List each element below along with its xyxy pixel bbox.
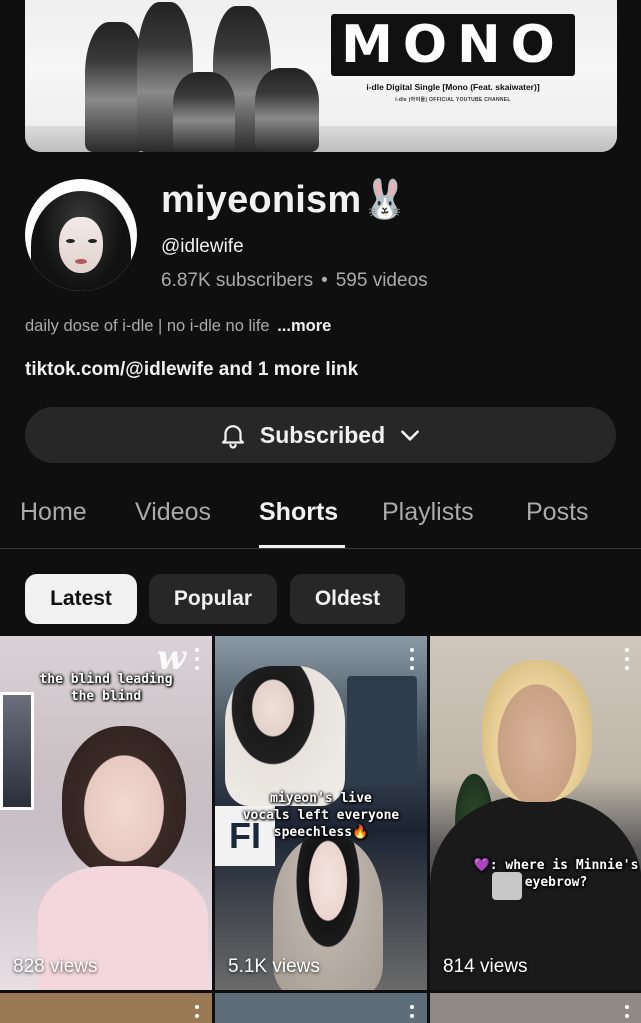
more-options-icon[interactable] [405,1005,419,1023]
video-count: 595 videos [335,270,428,291]
person-image [62,726,186,876]
channel-handle: @idlewife [161,236,244,257]
chip-latest[interactable]: Latest [25,574,137,624]
subscriber-count: 6.87K subscribers [161,270,314,291]
more-options-icon[interactable] [620,1005,634,1023]
short-thumbnail[interactable] [0,993,212,1023]
description-text: daily dose of i-dle | no i-dle no life [25,317,270,335]
chevron-down-icon [401,430,420,441]
person-image [225,666,345,806]
short-thumbnail[interactable]: 💜: where is Minnie's eyebrow? 814 views [430,636,641,990]
channel-avatar[interactable] [25,179,137,291]
tabs-divider [0,548,641,549]
tab-videos[interactable]: Videos [135,498,211,527]
tab-posts[interactable]: Posts [526,498,589,527]
short-thumbnail[interactable]: FI miyeon's live vocals left everyone spee… [215,636,427,990]
description-more-link[interactable]: ...more [277,317,331,335]
short-views: 814 views [443,956,528,977]
banner-logo: MONO [331,14,575,76]
channel-tabs: Home Videos Shorts Playlists Posts [0,490,641,548]
short-caption: miyeon's live vocals left everyone speechl… [242,791,400,840]
more-options-icon[interactable] [190,648,204,670]
chip-oldest[interactable]: Oldest [290,574,405,624]
short-thumbnail[interactable]: w the blind leading the blind 828 views [0,636,212,990]
banner-caption: i-dle (아이들) OFFICIAL YOUTUBE CHANNEL [395,97,511,103]
channel-page: MONO i-dle Digital Single [Mono (Feat. s… [0,0,641,1023]
short-caption: the blind leading the blind [39,672,173,704]
tab-shorts[interactable]: Shorts [259,498,338,527]
channel-description[interactable]: daily dose of i-dle | no i-dle no life .… [25,317,331,336]
subscribed-button[interactable]: Subscribed [25,407,616,463]
person-image [482,660,592,802]
bell-icon [221,425,244,449]
tab-playlists[interactable]: Playlists [382,498,474,527]
channel-banner: MONO i-dle Digital Single [Mono (Feat. s… [25,0,617,152]
banner-subtitle: i-dle Digital Single [Mono (Feat. skaiwa… [366,82,540,92]
short-views: 828 views [13,956,98,977]
more-options-icon[interactable] [190,1005,204,1023]
short-caption: 💜: where is Minnie's eyebrow? [473,858,639,890]
more-options-icon[interactable] [405,648,419,670]
wall-poster [0,692,34,810]
channel-name: miyeonism🐰 [161,179,409,221]
stats-separator: • [321,270,328,291]
tab-home[interactable]: Home [20,498,87,527]
chip-popular[interactable]: Popular [149,574,277,624]
short-thumbnail[interactable] [215,993,427,1023]
subscribed-label: Subscribed [259,421,386,448]
channel-links[interactable]: tiktok.com/@idlewife and 1 more link [25,359,358,381]
more-options-icon[interactable] [620,648,634,670]
short-views: 5.1K views [228,956,320,977]
short-thumbnail[interactable] [430,993,641,1023]
channel-stats: 6.87K subscribers • 595 videos [161,270,428,292]
